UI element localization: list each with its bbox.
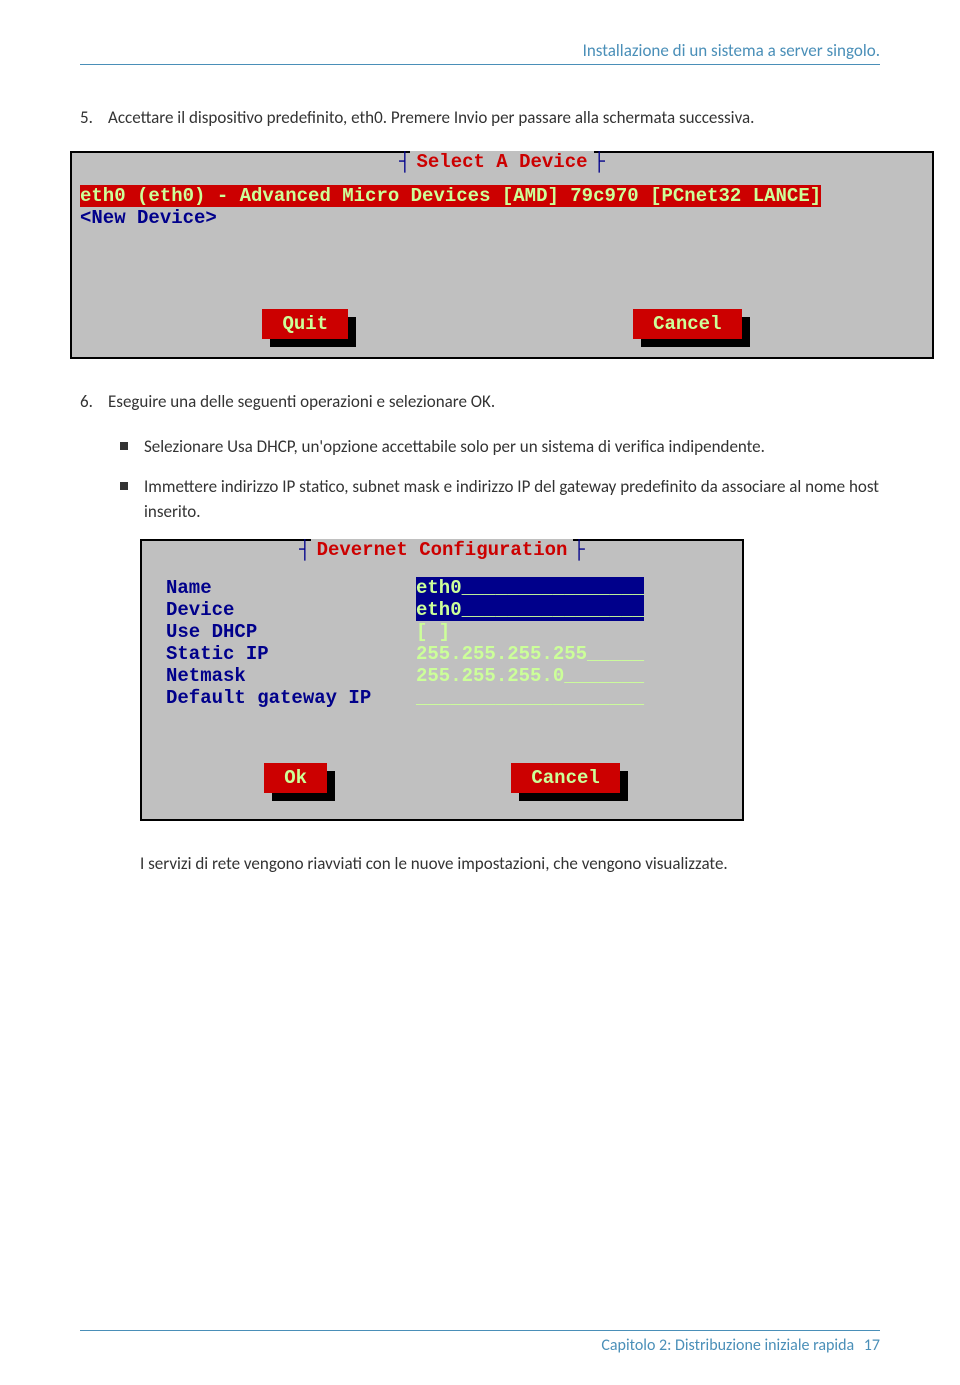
cancel-button[interactable]: Cancel [511, 763, 619, 793]
config-row-5: Default gateway IP____________________ [166, 687, 718, 709]
config-value[interactable]: eth0________________ [416, 577, 644, 599]
config-value[interactable]: ____________________ [416, 687, 644, 709]
config-label: Netmask [166, 665, 416, 687]
ok-button[interactable]: Ok [264, 763, 327, 793]
step-5-text: Accettare il dispositivo predefinito, et… [108, 107, 754, 128]
footer-page-number: 17 [864, 1336, 880, 1355]
post-text: I servizi di rete vengono riavviati con … [140, 851, 880, 877]
device-row-eth0[interactable]: eth0 (eth0) - Advanced Micro Devices [AM… [80, 185, 821, 207]
term1-title: Select A Device [410, 151, 593, 173]
config-row-1: Deviceeth0________________ [166, 599, 718, 621]
page-footer: Capitolo 2: Distribuzione iniziale rapid… [80, 1330, 880, 1355]
square-bullet-icon [120, 442, 128, 450]
config-label: Default gateway IP [166, 687, 416, 709]
terminal-select-device: ┤Select A Device├ eth0 (eth0) - Advanced… [70, 151, 934, 359]
step-6-text: Eseguire una delle seguenti operazioni e… [108, 391, 495, 412]
config-row-2: Use DHCP[ ] [166, 621, 718, 643]
bullet-2: Immettere indirizzo IP statico, subnet m… [120, 474, 880, 525]
config-value[interactable]: 255.255.255.0_______ [416, 665, 644, 687]
device-row-new[interactable]: <New Device> [80, 207, 924, 229]
step-6: 6.Eseguire una delle seguenti operazioni… [80, 389, 880, 415]
config-value[interactable]: 255.255.255.255_____ [416, 643, 644, 665]
quit-button[interactable]: Quit [262, 309, 348, 339]
page-header: Installazione di un sistema a server sin… [80, 40, 880, 65]
square-bullet-icon [120, 482, 128, 490]
term2-title: Devernet Configuration [311, 539, 574, 561]
config-row-3: Static IP255.255.255.255_____ [166, 643, 718, 665]
terminal-devernet-config: ┤Devernet Configuration├ Nameeth0_______… [140, 539, 744, 821]
step-5-num: 5. [80, 105, 108, 131]
config-label: Name [166, 577, 416, 599]
config-label: Device [166, 599, 416, 621]
config-value[interactable]: eth0________________ [416, 599, 644, 621]
step-5: 5.Accettare il dispositivo predefinito, … [80, 105, 880, 131]
config-row-4: Netmask255.255.255.0_______ [166, 665, 718, 687]
config-value[interactable]: [ ] [416, 621, 450, 643]
config-label: Use DHCP [166, 621, 416, 643]
bullet-1: Selezionare Usa DHCP, un'opzione accetta… [120, 434, 880, 460]
config-row-0: Nameeth0________________ [166, 577, 718, 599]
footer-chapter: Capitolo 2: Distribuzione iniziale rapid… [601, 1336, 854, 1355]
step-6-num: 6. [80, 389, 108, 415]
cancel-button[interactable]: Cancel [633, 309, 741, 339]
config-label: Static IP [166, 643, 416, 665]
